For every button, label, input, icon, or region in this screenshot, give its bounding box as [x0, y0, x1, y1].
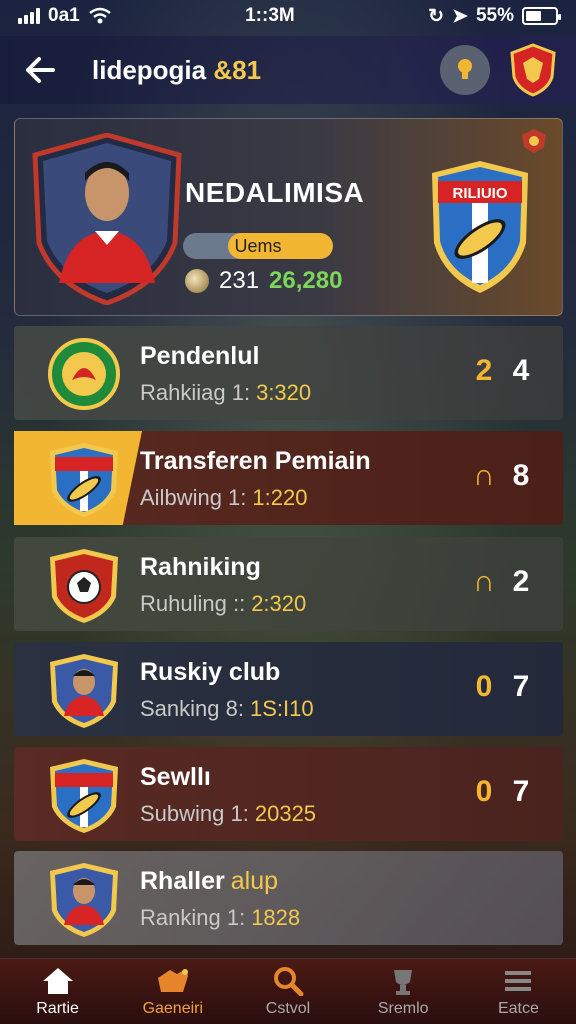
list-item[interactable]: Pendenlul Rahkiiag 1: 3:320 2 4: [14, 326, 563, 420]
player-stats: 231 26,280: [185, 267, 342, 295]
back-button[interactable]: [18, 48, 62, 92]
player-name: NEDALIMISA: [185, 177, 365, 208]
level-progress-label: Uems: [234, 236, 282, 256]
page-title: lidepogia &81: [92, 55, 440, 86]
list-item-subtitle: Ailbwing 1: 1:220: [140, 485, 307, 511]
clock: 1::3M: [245, 5, 295, 26]
hint-button[interactable]: [440, 45, 490, 95]
list-item-name: Rahniking: [140, 553, 261, 582]
list-item-name-text: Pendenlul: [140, 342, 260, 370]
list-item[interactable]: Rhaller alup Ranking 1: 1828: [14, 851, 563, 945]
nav-home-label: Rartie: [36, 999, 79, 1017]
rilio-shield-crest-icon: [50, 759, 118, 833]
nav-rank[interactable]: Sremlo: [346, 959, 461, 1024]
club-logo-icon[interactable]: [508, 43, 558, 97]
list-item-score-b: 8: [512, 459, 530, 492]
list-item-sub-value: 20325: [254, 801, 317, 826]
level-progress-bar: Uems: [183, 233, 333, 259]
list-item-name-text: Sewllı: [140, 763, 211, 791]
list-item-sub-value: 1:220: [252, 485, 308, 510]
app-header: lidepogia &81: [0, 36, 576, 104]
team-crest-text: RILIUIO: [453, 185, 508, 202]
list-item[interactable]: Ruskiy club Sanking 8: 1S:I10 0 7: [14, 642, 563, 736]
nav-menu[interactable]: Eatce: [461, 959, 576, 1024]
nav-menu-label: Eatce: [497, 999, 539, 1017]
wifi-icon: [88, 7, 111, 24]
list-item[interactable]: RahnikingRuhuling :: 2:320 ∩ 2: [14, 537, 563, 631]
nav-rank-label: Sremlo: [377, 999, 429, 1017]
list-item-name-text: Rhaller: [140, 867, 225, 895]
home-icon: [42, 967, 73, 994]
page-title-accent: &81: [213, 54, 262, 85]
green-eagle-crest-icon: [48, 338, 120, 410]
list-item-score-a: 2: [475, 354, 493, 387]
nav-shop-label: Gaeneiri: [142, 999, 204, 1017]
list-item-sub-value: 3:320: [256, 380, 312, 405]
football-shield-crest-icon: [50, 549, 118, 623]
list-item-subtitle: Sanking 8: 1S:I10: [140, 696, 314, 722]
list-item-score-a: ∩: [473, 459, 495, 492]
bottom-nav: Rartie Gaeneiri Cstvol Sremlo Eatce: [0, 958, 576, 1024]
rotation-lock-icon: ↻: [428, 5, 445, 27]
location-icon: ➤: [452, 5, 468, 27]
list-item-score-b: 7: [512, 670, 530, 703]
team-crest-icon[interactable]: RILIUIO: [428, 159, 532, 295]
page-title-text: lidepogia: [92, 54, 207, 85]
list-item-name: Pendenlul: [140, 342, 259, 371]
list-item-score-b: 4: [512, 354, 530, 387]
list-item-score-a: ∩: [473, 565, 495, 598]
list-item-sub-label: Subwing 1:: [140, 801, 249, 826]
nav-home[interactable]: Rartie: [0, 959, 115, 1024]
list-item-score-b: 7: [512, 775, 530, 808]
player-portrait-icon: [32, 133, 182, 305]
list-item-score-a: 0: [475, 775, 493, 808]
list-item-subtitle: Ranking 1: 1828: [140, 905, 300, 931]
list-item-name-text: Rahniking: [140, 553, 261, 581]
list-item-name: Rhaller alup: [140, 867, 278, 896]
nav-search-label: Cstvol: [265, 999, 311, 1017]
nav-shop[interactable]: Gaeneiri: [115, 959, 230, 1024]
battery-icon: [521, 7, 561, 25]
player-portrait-crest-icon: [50, 654, 118, 728]
profile-card[interactable]: NEDALIMISA Uems 231 26,280 RILIUIO: [14, 118, 563, 316]
list-item-subtitle: Rahkiiag 1: 3:320: [140, 380, 311, 406]
football-icon: [185, 269, 209, 293]
player-portrait-crest-icon: [50, 863, 118, 937]
list-item-subtitle: Ruhuling :: 2:320: [140, 591, 306, 617]
list-item-sub-label: Ailbwing 1:: [140, 485, 247, 510]
carrier-label: 0a1: [48, 5, 80, 26]
signal-icon: [18, 8, 40, 24]
trophy-icon: [394, 969, 413, 995]
list-item-sub-label: Sanking 8:: [140, 696, 244, 721]
rilio-shield-crest-icon: [50, 443, 118, 517]
battery-percent: 55%: [475, 5, 514, 26]
list-item-name: Ruskiy club: [140, 658, 280, 687]
back-arrow-icon: [26, 57, 55, 83]
lightbulb-icon: [458, 59, 472, 79]
list-item-subtitle: Subwing 1: 20325: [140, 801, 316, 827]
list-item-name: Sewllı: [140, 763, 211, 792]
stat-a: 231: [219, 267, 260, 294]
list-item[interactable]: Transferen Pemiain Ailbwing 1: 1:220 ∩ 8: [14, 431, 563, 525]
shop-icon: [157, 968, 188, 992]
list-item-score-b: 2: [512, 565, 530, 598]
list-item-name-text: Ruskiy club: [140, 658, 281, 686]
search-icon: [274, 966, 304, 996]
list-item-sub-value: 1828: [251, 905, 301, 930]
stat-b: 26,280: [269, 267, 343, 294]
nav-search[interactable]: Cstvol: [230, 959, 345, 1024]
list-item-sub-value: 2:320: [251, 591, 307, 616]
list-item-sub-label: Rahkiiag 1:: [140, 380, 251, 405]
menu-icon: [505, 970, 532, 991]
list-item-score-a: 0: [475, 670, 493, 703]
badge-icon: [522, 129, 546, 153]
list-item-name-accent: alup: [230, 867, 279, 895]
list-item-name-text: Transferen Pemiain: [140, 447, 371, 475]
list-item[interactable]: Sewllı Subwing 1: 20325 0 7: [14, 747, 563, 841]
list-item-sub-label: Ruhuling ::: [140, 591, 246, 616]
list-item-sub-value: 1S:I10: [249, 696, 314, 721]
list-item-sub-label: Ranking 1:: [140, 905, 246, 930]
list-item-name: Transferen Pemiain: [140, 447, 371, 476]
status-bar: 0a1 1::3M ↻ ➤ 55%: [0, 0, 576, 32]
